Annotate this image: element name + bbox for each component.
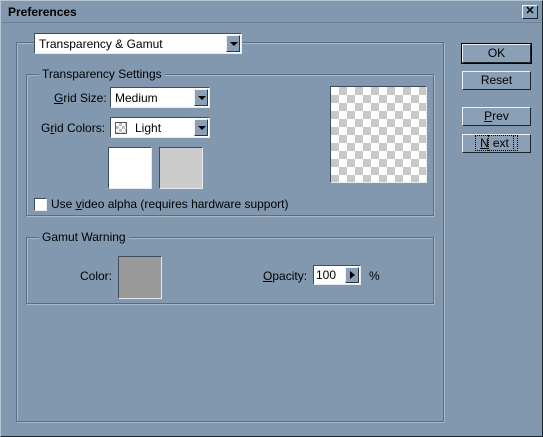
transparency-settings-label: Transparency Settings [39,67,165,81]
title-bar[interactable]: Preferences ✕ [2,2,541,23]
opacity-input[interactable]: 100 [313,265,361,285]
next-button[interactable]: Next [462,134,531,153]
chevron-down-icon[interactable] [226,35,240,52]
opacity-unit: % [369,269,380,283]
opacity-label: Opacity: [263,269,308,283]
checkerboard-icon [115,122,127,134]
grid-size-value: Medium [115,91,158,105]
grid-color-swatch-2[interactable] [159,147,203,189]
section-select[interactable]: Transparency & Gamut [34,33,242,54]
grid-size-label: Grid Size: [54,91,107,105]
chevron-down-icon[interactable] [194,119,208,136]
grid-color-swatch-1[interactable] [108,147,152,189]
ok-button[interactable]: OK [461,43,532,64]
grid-size-select[interactable]: Medium [110,87,210,108]
video-alpha-checkbox[interactable] [34,198,47,211]
preferences-dialog: Preferences ✕ Transparency & Gamut Trans… [0,0,543,437]
grid-colors-value: Light [135,121,162,135]
gamut-color-label: Color: [80,269,113,283]
opacity-value: 100 [316,268,337,282]
section-select-value: Transparency & Gamut [39,37,163,51]
reset-button[interactable]: Reset [462,71,531,90]
grid-colors-label: Grid Colors: [41,121,106,135]
gamut-warning-label: Gamut Warning [39,230,129,244]
transparency-preview [330,86,427,183]
grid-colors-select[interactable]: Light [110,117,210,138]
video-alpha-label: Use video alpha (requires hardware suppo… [51,197,289,211]
gamut-color-swatch[interactable] [118,256,162,299]
opacity-slider-arrow-icon[interactable] [345,267,359,283]
close-icon: ✕ [525,5,535,17]
chevron-down-icon[interactable] [194,89,208,106]
prev-button[interactable]: Prev [462,107,531,126]
window-title: Preferences [8,5,77,19]
close-button[interactable]: ✕ [522,5,538,19]
